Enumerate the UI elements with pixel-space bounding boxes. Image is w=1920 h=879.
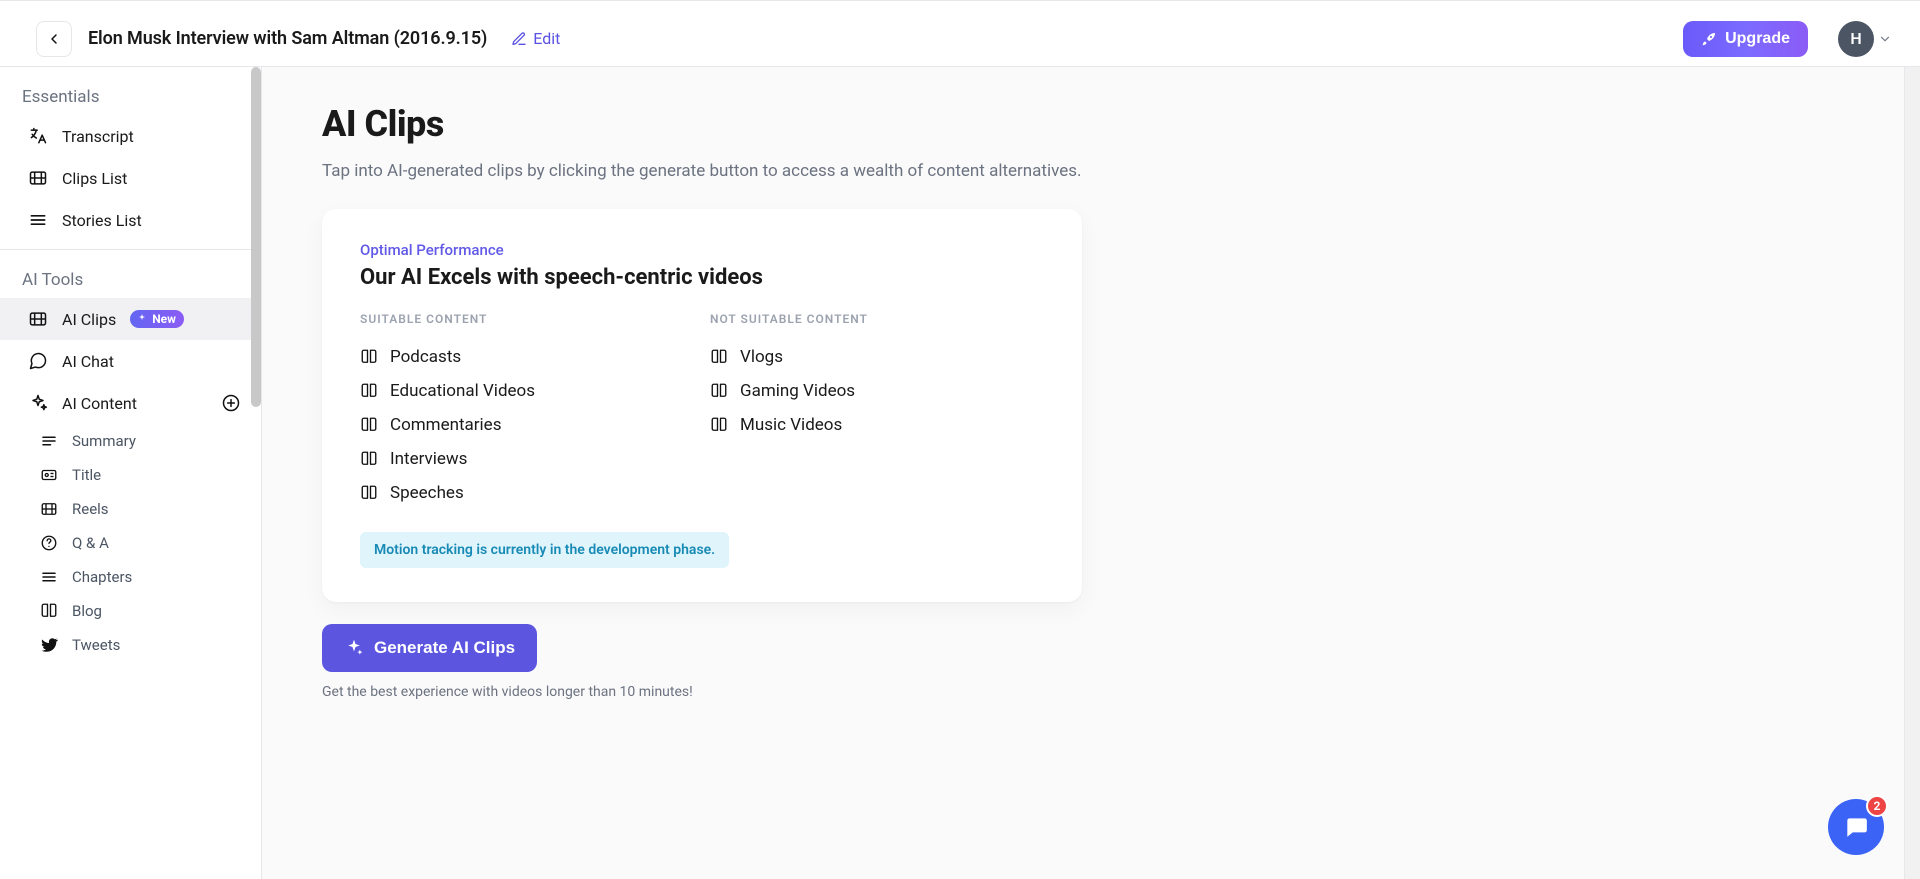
book-icon bbox=[360, 382, 378, 400]
sidebar-scrollbar[interactable] bbox=[251, 67, 261, 407]
chevron-left-icon bbox=[46, 31, 62, 47]
back-button[interactable] bbox=[36, 21, 72, 57]
pencil-icon bbox=[511, 31, 527, 47]
sidebar-item-clips-list[interactable]: Clips List bbox=[0, 157, 261, 199]
suitable-item: Interviews bbox=[360, 442, 710, 476]
sidebar-item-transcript[interactable]: Transcript bbox=[0, 115, 261, 157]
account-menu[interactable]: H bbox=[1824, 21, 1892, 57]
sidebar-item-label: Blog bbox=[72, 602, 102, 620]
question-icon bbox=[40, 534, 58, 552]
sidebar-sub-reels[interactable]: Reels bbox=[0, 492, 261, 526]
suitable-item: Commentaries bbox=[360, 408, 710, 442]
avatar: H bbox=[1838, 21, 1874, 57]
edit-label: Edit bbox=[533, 29, 560, 48]
generate-ai-clips-button[interactable]: Generate AI Clips bbox=[322, 624, 537, 672]
main-heading: AI Clips bbox=[322, 103, 1920, 145]
not-suitable-item: Music Videos bbox=[710, 408, 1060, 442]
sidebar: Essentials Transcript Clips List bbox=[0, 67, 262, 879]
book-icon bbox=[710, 382, 728, 400]
dev-notice: Motion tracking is currently in the deve… bbox=[360, 532, 729, 568]
sidebar-sub-tweets[interactable]: Tweets bbox=[0, 628, 261, 662]
unread-badge: 2 bbox=[1866, 795, 1888, 817]
sidebar-item-label: Tweets bbox=[72, 636, 120, 654]
book-icon bbox=[710, 348, 728, 366]
page-title: Elon Musk Interview with Sam Altman (201… bbox=[88, 28, 487, 49]
upgrade-label: Upgrade bbox=[1725, 30, 1790, 48]
generate-label: Generate AI Clips bbox=[374, 638, 515, 658]
book-icon bbox=[360, 450, 378, 468]
sidebar-item-label: Stories List bbox=[62, 211, 142, 230]
chat-icon bbox=[28, 351, 48, 371]
sidebar-item-label: Q & A bbox=[72, 534, 109, 552]
sidebar-sub-blog[interactable]: Blog bbox=[0, 594, 261, 628]
topbar: Elon Musk Interview with Sam Altman (201… bbox=[0, 11, 1920, 67]
card-title: Our AI Excels with speech-centric videos bbox=[360, 265, 1044, 290]
sidebar-item-label: Title bbox=[72, 466, 101, 484]
sidebar-sub-chapters[interactable]: Chapters bbox=[0, 560, 261, 594]
sidebar-item-label: Summary bbox=[72, 432, 136, 450]
sidebar-item-label: AI Content bbox=[62, 394, 137, 413]
sidebar-item-ai-clips[interactable]: AI Clips New bbox=[0, 298, 261, 340]
sidebar-item-label: Reels bbox=[72, 500, 109, 518]
sidebar-item-ai-chat[interactable]: AI Chat bbox=[0, 340, 261, 382]
stack-icon bbox=[28, 210, 48, 230]
film-icon bbox=[40, 500, 58, 518]
main-scrollbar[interactable] bbox=[1904, 67, 1920, 879]
sidebar-sub-qa[interactable]: Q & A bbox=[0, 526, 261, 560]
sidebar-item-stories-list[interactable]: Stories List bbox=[0, 199, 261, 241]
sidebar-item-label: AI Chat bbox=[62, 352, 114, 371]
chevron-down-icon bbox=[1878, 32, 1892, 46]
book-icon bbox=[40, 602, 58, 620]
new-badge: New bbox=[130, 310, 184, 328]
twitter-icon bbox=[40, 636, 58, 654]
main-subtitle: Tap into AI-generated clips by clicking … bbox=[322, 161, 1920, 181]
sidebar-item-label: Transcript bbox=[62, 127, 134, 146]
main-content: AI Clips Tap into AI-generated clips by … bbox=[262, 67, 1920, 879]
book-icon bbox=[360, 416, 378, 434]
sidebar-section-essentials: Essentials bbox=[0, 67, 261, 115]
book-icon bbox=[360, 348, 378, 366]
card-eyebrow: Optimal Performance bbox=[360, 241, 1044, 259]
sidebar-sub-title[interactable]: Title bbox=[0, 458, 261, 492]
suitable-item: Speeches bbox=[360, 476, 710, 510]
book-icon bbox=[710, 416, 728, 434]
sidebar-item-label: Clips List bbox=[62, 169, 127, 188]
translate-icon bbox=[28, 126, 48, 146]
sidebar-sub-summary[interactable]: Summary bbox=[0, 424, 261, 458]
id-card-icon bbox=[40, 466, 58, 484]
chat-bubble-icon bbox=[1843, 814, 1869, 840]
book-icon bbox=[360, 484, 378, 502]
plus-circle-icon[interactable] bbox=[221, 393, 241, 413]
not-suitable-item: Vlogs bbox=[710, 340, 1060, 374]
performance-card: Optimal Performance Our AI Excels with s… bbox=[322, 209, 1082, 602]
chat-fab[interactable]: 2 bbox=[1828, 799, 1884, 855]
film-icon bbox=[28, 309, 48, 329]
sidebar-item-label: Chapters bbox=[72, 568, 132, 586]
not-suitable-item: Gaming Videos bbox=[710, 374, 1060, 408]
suitable-item: Educational Videos bbox=[360, 374, 710, 408]
sparkles-icon bbox=[28, 393, 48, 413]
upgrade-button[interactable]: Upgrade bbox=[1683, 21, 1808, 57]
rocket-icon bbox=[1701, 31, 1717, 47]
suitable-item: Podcasts bbox=[360, 340, 710, 374]
sidebar-item-ai-content[interactable]: AI Content bbox=[0, 382, 261, 424]
generate-note: Get the best experience with videos long… bbox=[322, 684, 1920, 700]
lines-icon bbox=[40, 432, 58, 450]
not-suitable-header: NOT SUITABLE CONTENT bbox=[710, 312, 1060, 326]
sidebar-item-label: AI Clips bbox=[62, 310, 116, 329]
sidebar-section-ai-tools: AI Tools bbox=[0, 250, 261, 298]
sparkles-icon bbox=[344, 638, 364, 658]
suitable-header: SUITABLE CONTENT bbox=[360, 312, 710, 326]
edit-link[interactable]: Edit bbox=[511, 29, 560, 48]
film-icon bbox=[28, 168, 48, 188]
list-icon bbox=[40, 568, 58, 586]
